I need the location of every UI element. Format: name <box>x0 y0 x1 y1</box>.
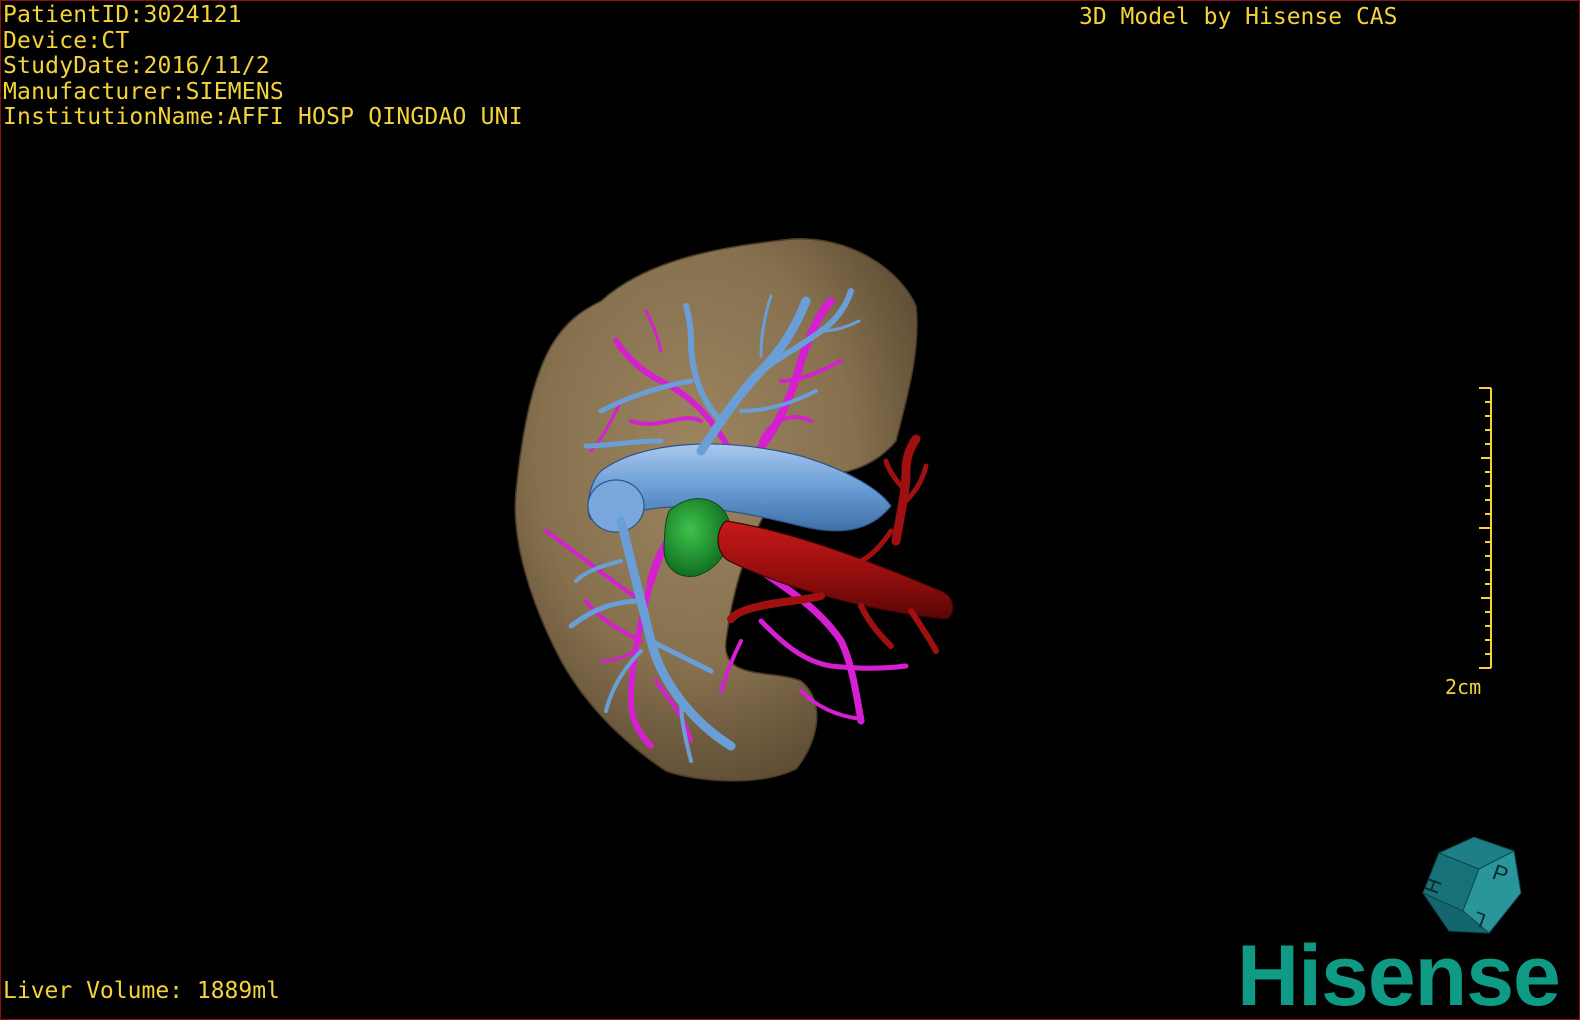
scale-bar-label: 2cm <box>1445 675 1482 699</box>
institution-label: InstitutionName:AFFI HOSP QINGDAO UNI <box>3 104 523 130</box>
device-label: Device:CT <box>3 27 130 54</box>
hisense-logo: Hisense <box>1237 928 1561 1020</box>
liver-volume-label: Liver Volume: 1889ml <box>3 978 280 1004</box>
model-title: 3D Model by Hisense CAS <box>1079 4 1398 30</box>
3d-viewport[interactable]: PatientID:3024121 Device:CT StudyDate:20… <box>0 0 1580 1020</box>
dicom-info-overlay: PatientID:3024121 Device:CT StudyDate:20… <box>3 2 523 131</box>
3d-render-canvas[interactable] <box>1 1 1579 1019</box>
manufacturer-label: Manufacturer:SIEMENS <box>3 78 284 105</box>
study-date-label: StudyDate:2016/11/2 <box>3 53 270 79</box>
orientation-cube-icon[interactable]: P H L <box>1419 833 1529 943</box>
scale-bar <box>1479 387 1492 669</box>
patient-id-label: PatientID:3024121 <box>3 2 242 28</box>
